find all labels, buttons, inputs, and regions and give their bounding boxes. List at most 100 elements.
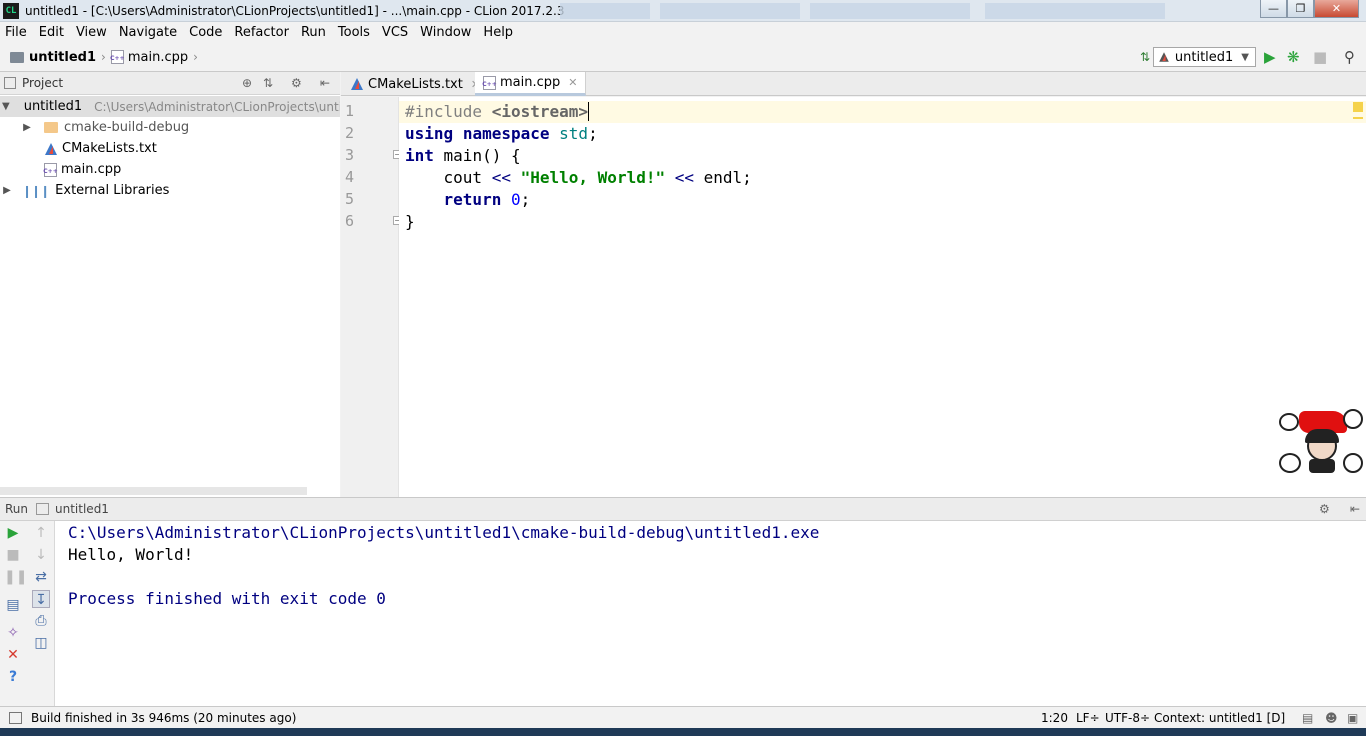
close-button[interactable]: ✕ (1314, 0, 1359, 18)
inspector-icon[interactable]: ☻ (1325, 711, 1338, 725)
menu-navigate[interactable]: Navigate (113, 25, 183, 40)
debug-icon[interactable]: ❋ (1287, 49, 1300, 65)
line-number: 4 (345, 168, 355, 186)
stop-icon[interactable]: ■ (4, 546, 22, 564)
run-configuration-selector[interactable]: untitled1 ▼ (1152, 47, 1256, 67)
run-console[interactable]: C:\Users\Administrator\CLionProjects\unt… (55, 521, 1366, 706)
tab-cmakelists[interactable]: CMakeLists.txt ✕ (343, 72, 490, 96)
file-encoding[interactable]: UTF-8÷ (1105, 711, 1150, 725)
warning-stripe[interactable] (1353, 117, 1363, 119)
tree-item-path: C:\Users\Administrator\CLionProjects\unt… (94, 99, 340, 114)
warning-marker-icon[interactable] (1353, 102, 1363, 112)
print-icon[interactable]: ⎙ (32, 612, 50, 630)
menu-refactor[interactable]: Refactor (228, 25, 295, 40)
cpp-file-icon: C++ (43, 162, 58, 177)
scroll-down-icon[interactable]: ↓ (32, 546, 50, 564)
cmake-file-icon (45, 142, 57, 155)
restore-layout-icon[interactable]: ▤ (4, 596, 22, 614)
chevron-right-icon: › (193, 50, 198, 64)
menu-vcs[interactable]: VCS (376, 25, 414, 40)
run-panel-config[interactable]: untitled1 (55, 502, 109, 516)
code-token: ; (588, 124, 598, 143)
window-title: untitled1 - [C:\Users\Administrator\CLio… (25, 3, 565, 18)
tab-main-cpp[interactable]: C++ main.cpp ✕ (475, 72, 587, 96)
chevron-right-icon[interactable]: ▶ (22, 122, 32, 133)
line-number: 1 (345, 102, 355, 120)
gear-icon[interactable]: ⚙ (1319, 502, 1330, 516)
tree-item-project-root[interactable]: ▼ untitled1 C:\Users\Administrator\CLion… (0, 96, 340, 117)
clear-trash-icon[interactable]: ◫ (32, 634, 50, 652)
menu-view[interactable]: View (70, 25, 113, 40)
hide-panel-icon[interactable]: ⇤ (320, 76, 330, 90)
tree-item-cmake-build-debug[interactable]: ▶ cmake-build-debug (0, 117, 340, 138)
resolve-context[interactable]: Context: untitled1 [D] (1154, 711, 1285, 725)
code-token: using (405, 124, 454, 143)
status-bar: Build finished in 3s 946ms (20 minutes a… (0, 706, 1366, 728)
menu-edit[interactable]: Edit (33, 25, 70, 40)
caret-position[interactable]: 1:20 (1041, 711, 1068, 725)
folder-icon (44, 122, 58, 133)
menu-file[interactable]: File (0, 25, 33, 40)
gear-icon[interactable]: ⚙ (291, 76, 302, 90)
clion-logo-icon: CL (3, 2, 19, 19)
restore-button[interactable]: ❐ (1287, 0, 1314, 18)
locate-icon[interactable]: ⊕ (242, 76, 252, 90)
run-icon[interactable]: ▶ (1264, 49, 1276, 65)
menu-code[interactable]: Code (183, 25, 228, 40)
library-icon: ❙❙❙ (22, 183, 50, 198)
code-token: std (559, 124, 589, 143)
minimize-button[interactable]: — (1260, 0, 1287, 18)
tree-item-cmakelists[interactable]: CMakeLists.txt (0, 138, 340, 159)
code-line: #include <iostream> (405, 101, 590, 123)
code-line: using namespace std; (405, 123, 598, 145)
code-line: } (405, 211, 415, 233)
tool-windows-icon[interactable] (9, 711, 22, 724)
menu-help[interactable]: Help (477, 25, 519, 40)
tree-item-label: CMakeLists.txt (62, 141, 157, 156)
code-token: int (405, 146, 434, 165)
search-icon[interactable]: ⚲ (1344, 49, 1355, 65)
mascot-sticker (1279, 409, 1365, 475)
close-tab-icon[interactable]: ✕ (568, 76, 577, 89)
help-icon[interactable]: ? (4, 668, 22, 686)
code-line: cout << "Hello, World!" << endl; (405, 167, 752, 189)
code-editor[interactable]: #include <iostream> using namespace std;… (399, 97, 1366, 497)
horizontal-scrollbar[interactable] (0, 487, 307, 495)
tree-item-external-libraries[interactable]: ▶ ❙❙❙ External Libraries (0, 180, 340, 201)
breadcrumb-file[interactable]: main.cpp (128, 50, 188, 65)
config-icon (1159, 52, 1169, 62)
lock-icon[interactable]: ▤ (1302, 711, 1313, 725)
code-line: return 0; (405, 189, 531, 211)
run-panel-header: Run untitled1 ⚙ ⇤ (0, 497, 1366, 521)
menu-run[interactable]: Run (295, 25, 332, 40)
cmake-file-icon (351, 78, 363, 90)
menu-tools[interactable]: Tools (332, 25, 376, 40)
chevron-right-icon[interactable]: ▶ (2, 185, 12, 196)
rerun-icon[interactable]: ▶ (4, 524, 22, 542)
background-window-tab (560, 3, 650, 19)
chevron-down-icon[interactable]: ▼ (2, 101, 10, 112)
stop-icon[interactable]: ■ (1313, 49, 1327, 65)
pause-icon[interactable]: ❚❚ (4, 568, 27, 586)
menu-window[interactable]: Window (414, 25, 477, 40)
background-window-tab (810, 3, 970, 19)
code-token: return (443, 190, 502, 209)
collapse-all-icon[interactable]: ⇅ (263, 76, 273, 90)
line-separator[interactable]: LF÷ (1076, 711, 1100, 725)
line-number: 6 (345, 212, 355, 230)
hide-panel-icon[interactable]: ⇤ (1350, 502, 1360, 516)
scroll-to-end-icon[interactable]: ↧ (32, 590, 50, 608)
pin-icon[interactable]: ✧ (4, 624, 22, 642)
build-icon[interactable]: ⇅ (1140, 49, 1150, 65)
background-window-tab (985, 3, 1165, 19)
event-log-icon[interactable]: ▣ (1347, 711, 1358, 725)
tree-item-main-cpp[interactable]: C++ main.cpp (0, 159, 340, 180)
soft-wrap-icon[interactable]: ⇄ (32, 568, 50, 586)
title-bar: CL untitled1 - [C:\Users\Administrator\C… (0, 0, 1366, 22)
close-icon[interactable]: ✕ (4, 646, 22, 664)
breadcrumb-project[interactable]: untitled1 (29, 50, 96, 65)
project-tree: ▼ untitled1 C:\Users\Administrator\CLion… (0, 95, 340, 497)
cpp-file-icon: C++ (110, 50, 125, 64)
scroll-up-icon[interactable]: ↑ (32, 524, 50, 542)
status-message[interactable]: Build finished in 3s 946ms (20 minutes a… (31, 711, 296, 725)
